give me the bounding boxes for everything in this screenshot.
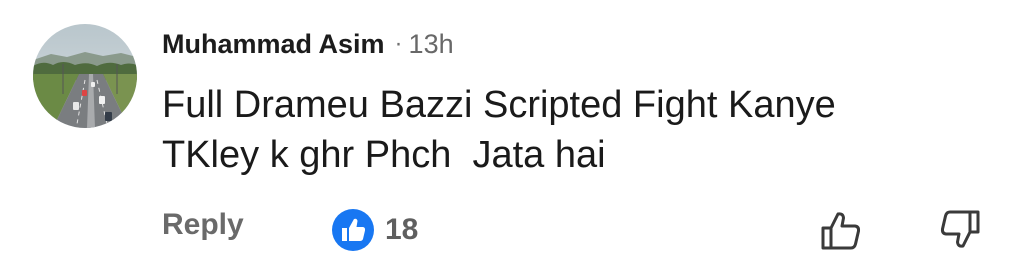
like-button[interactable]	[817, 206, 865, 254]
comment-timestamp: 13h	[408, 28, 454, 59]
meta-separator: ·	[394, 30, 403, 57]
reply-button[interactable]: Reply	[162, 208, 244, 242]
dislike-button[interactable]	[936, 206, 984, 254]
author-name[interactable]: Muhammad Asim	[162, 29, 385, 60]
thumbs-down-outline-icon	[940, 210, 980, 248]
reaction-count: 18	[385, 213, 419, 246]
comment-text: Full Drameu Bazzi Scripted Fight Kanye T…	[162, 84, 836, 176]
avatar-image	[33, 24, 137, 128]
reaction-summary[interactable]: 18	[331, 208, 418, 252]
like-reaction-icon	[332, 209, 374, 251]
thumbs-up-outline-icon	[821, 212, 861, 250]
comment: Muhammad Asim · 13h Full Drameu Bazzi Sc…	[0, 0, 1024, 278]
avatar[interactable]	[33, 24, 137, 128]
comment-header: Muhammad Asim · 13h	[162, 24, 454, 64]
